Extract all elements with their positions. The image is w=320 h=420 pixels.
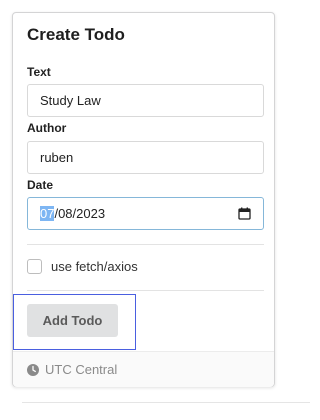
date-field-label: Date xyxy=(27,178,54,192)
add-todo-button[interactable]: Add Todo xyxy=(27,304,118,337)
author-field[interactable]: ruben xyxy=(27,141,264,174)
footer-text: UTC Central xyxy=(45,362,118,377)
date-field[interactable]: 07/08/2023 xyxy=(27,197,264,230)
date-month-segment[interactable]: 07 xyxy=(40,206,55,221)
date-rest-segment[interactable]: /08/2023 xyxy=(54,206,105,221)
create-todo-card: Create Todo Text Study Law Author ruben … xyxy=(12,12,275,387)
text-field-value: Study Law xyxy=(40,93,101,108)
card-title: Create Todo xyxy=(27,25,125,44)
fetch-axios-checkbox[interactable] xyxy=(27,259,42,274)
card-footer: UTC Central xyxy=(13,351,274,387)
text-field-label: Text xyxy=(27,65,51,79)
text-field[interactable]: Study Law xyxy=(27,84,264,117)
author-field-label: Author xyxy=(27,121,67,135)
divider xyxy=(27,290,264,291)
fetch-axios-option[interactable]: use fetch/axios xyxy=(27,259,138,274)
fetch-axios-label[interactable]: use fetch/axios xyxy=(51,259,138,274)
date-field-value: 07/08/2023 xyxy=(40,206,105,221)
author-field-value: ruben xyxy=(40,150,74,165)
clock-icon xyxy=(27,363,39,376)
page: Create Todo Text Study Law Author ruben … xyxy=(0,0,310,420)
page-divider xyxy=(22,402,310,403)
divider xyxy=(27,244,264,245)
calendar-icon[interactable] xyxy=(238,207,251,220)
